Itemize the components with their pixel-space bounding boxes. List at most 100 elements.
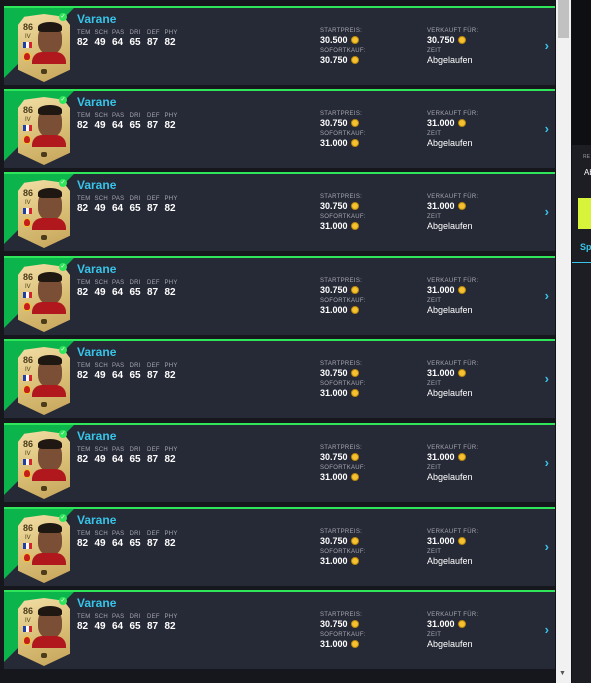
- player-card[interactable]: 86 IV: [18, 180, 70, 248]
- stat-value: 82: [77, 621, 89, 632]
- list-item[interactable]: 86 IV ✓ Varane TEM SCH PAS DRI DEF PHY 82 49 64…: [4, 339, 555, 418]
- player-shirt: [32, 636, 66, 648]
- stat-value: 49: [94, 203, 106, 214]
- side-panel-button[interactable]: [578, 198, 591, 229]
- chevron-right-icon[interactable]: ›: [545, 38, 549, 53]
- verkauft-value: 31.000: [427, 619, 455, 629]
- stat-value: 65: [129, 538, 141, 549]
- list-item[interactable]: 86 IV ✓ Varane TEM SCH PAS DRI DEF PHY 82 49 64…: [4, 423, 555, 502]
- chevron-right-icon[interactable]: ›: [545, 622, 549, 637]
- list-item[interactable]: 86 IV ✓ Varane TEM SCH PAS DRI DEF PHY 82 49 64…: [4, 6, 555, 85]
- chemistry-icon: [41, 319, 47, 324]
- verkauft-label: VERKAUFT FÜR:: [427, 111, 479, 117]
- transfer-list: 86 IV ✓ Varane TEM SCH PAS DRI DEF PHY 82 49 64…: [0, 0, 555, 683]
- list-item[interactable]: 86 IV ✓ Varane TEM SCH PAS DRI DEF PHY 82 49 64…: [4, 89, 555, 168]
- scrollbar[interactable]: ▼: [556, 0, 571, 683]
- verkauft-label: VERKAUFT FÜR:: [427, 612, 479, 618]
- sale-column: VERKAUFT FÜR: 31.000 ZEIT Abgelaufen: [427, 529, 478, 566]
- player-card[interactable]: 86 IV: [18, 97, 70, 165]
- flag-icon: [23, 543, 32, 549]
- chevron-right-icon[interactable]: ›: [545, 371, 549, 386]
- scroll-down-arrow-icon[interactable]: ▼: [559, 670, 566, 677]
- stat-header: PAS: [112, 196, 125, 202]
- stat-header: DRI: [129, 531, 141, 537]
- player-rating: 86: [23, 355, 34, 365]
- player-stats: TEM SCH PAS DRI DEF PHY 82 49 64 65 87 82: [77, 196, 182, 214]
- player-card[interactable]: 86 IV: [18, 598, 70, 666]
- player-name: Varane: [77, 12, 117, 26]
- stat-header: SCH: [94, 113, 109, 119]
- coin-icon: [350, 286, 359, 294]
- stat-value: 49: [94, 287, 106, 298]
- stat-value: 64: [112, 370, 124, 381]
- chevron-right-icon[interactable]: ›: [545, 455, 549, 470]
- stat-header: SCH: [94, 280, 109, 286]
- side-panel-tab[interactable]: Sp: [580, 242, 591, 252]
- zeit-label: ZEIT: [427, 381, 442, 387]
- sofortkauf-label: SOFORTKAUF:: [320, 549, 366, 555]
- club-crest-icon: [23, 385, 31, 394]
- player-card[interactable]: 86 IV: [18, 14, 70, 82]
- player-position: IV: [25, 200, 31, 206]
- chevron-right-icon[interactable]: ›: [545, 539, 549, 554]
- player-card[interactable]: 86 IV: [18, 264, 70, 332]
- list-item[interactable]: 86 IV ✓ Varane TEM SCH PAS DRI DEF PHY 82 49 64…: [4, 172, 555, 251]
- stat-value: 82: [77, 203, 89, 214]
- scrollbar-thumb[interactable]: [558, 0, 569, 38]
- chevron-right-icon[interactable]: ›: [545, 204, 549, 219]
- stat-value: 49: [94, 538, 106, 549]
- chemistry-icon: [41, 152, 47, 157]
- stat-header: DEF: [147, 447, 160, 453]
- stat-value: 49: [94, 37, 106, 48]
- player-stats: TEM SCH PAS DRI DEF PHY 82 49 64 65 87 82: [77, 614, 182, 632]
- sale-column: VERKAUFT FÜR: 30.750 ZEIT Abgelaufen: [427, 28, 478, 65]
- chemistry-icon: [41, 235, 47, 240]
- startpreis-label: STARTPREIS:: [320, 194, 363, 200]
- club-crest-icon: [23, 218, 31, 227]
- check-badge-icon: ✓: [59, 263, 67, 271]
- chemistry-icon: [41, 570, 47, 575]
- price-column: STARTPREIS: 30.750 SOFORTKAUF: 31.000: [320, 278, 366, 318]
- coin-icon: [350, 389, 359, 397]
- chemistry-icon: [41, 402, 47, 407]
- stat-header: DRI: [129, 113, 141, 119]
- stat-header: TEM: [77, 531, 91, 537]
- player-hair: [38, 22, 62, 32]
- startpreis-value: 30.500: [320, 35, 348, 45]
- list-item[interactable]: 86 IV ✓ Varane TEM SCH PAS DRI DEF PHY 82 49 64…: [4, 590, 555, 669]
- player-hair: [38, 523, 62, 533]
- stat-value: 82: [164, 370, 176, 381]
- coin-icon: [350, 473, 359, 481]
- sale-column: VERKAUFT FÜR: 31.000 ZEIT Abgelaufen: [427, 445, 478, 482]
- coin-icon: [350, 36, 359, 44]
- player-hair: [38, 272, 62, 282]
- startpreis-value: 30.750: [320, 368, 348, 378]
- player-position: IV: [25, 535, 31, 541]
- stat-value: 87: [147, 454, 159, 465]
- stat-value: 82: [77, 287, 89, 298]
- zeit-value: Abgelaufen: [427, 639, 473, 649]
- sofortkauf-value: 31.000: [320, 639, 348, 649]
- zeit-value: Abgelaufen: [427, 138, 473, 148]
- chevron-right-icon[interactable]: ›: [545, 121, 549, 136]
- sofortkauf-label: SOFORTKAUF:: [320, 214, 366, 220]
- flag-icon: [23, 375, 32, 381]
- player-card[interactable]: 86 IV: [18, 347, 70, 415]
- sofortkauf-label: SOFORTKAUF:: [320, 131, 366, 137]
- player-rating: 86: [23, 439, 34, 449]
- chevron-right-icon[interactable]: ›: [545, 288, 549, 303]
- stat-header: PHY: [164, 531, 178, 537]
- player-card[interactable]: 86 IV: [18, 431, 70, 499]
- verkauft-value: 31.000: [427, 452, 455, 462]
- list-item[interactable]: 86 IV ✓ Varane TEM SCH PAS DRI DEF PHY 82 49 64…: [4, 507, 555, 586]
- stat-value: 64: [112, 454, 124, 465]
- list-item[interactable]: 86 IV ✓ Varane TEM SCH PAS DRI DEF PHY 82 49 64…: [4, 256, 555, 335]
- stat-header: TEM: [77, 363, 91, 369]
- player-shirt: [32, 302, 66, 314]
- verkauft-value: 31.000: [427, 368, 455, 378]
- player-card[interactable]: 86 IV: [18, 515, 70, 583]
- stat-value: 65: [129, 454, 141, 465]
- stat-header: DEF: [147, 30, 160, 36]
- coin-icon: [350, 640, 359, 648]
- startpreis-value: 30.750: [320, 285, 348, 295]
